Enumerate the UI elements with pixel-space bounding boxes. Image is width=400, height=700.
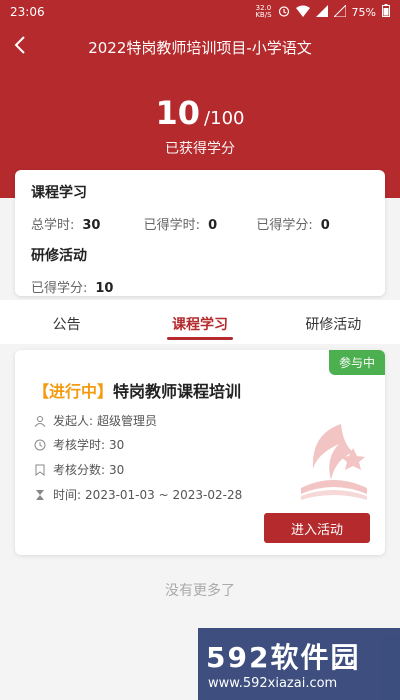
tab-course-study[interactable]: 课程学习 xyxy=(133,300,266,344)
page-title: 2022特岗教师培训项目-小学语文 xyxy=(88,38,312,57)
training-credits-stat: 已得学分: 10 xyxy=(31,281,114,296)
initiator-row: 发起人: 超级管理员 xyxy=(33,412,157,429)
hours-row: 考核学时: 30 xyxy=(33,436,124,453)
signal-icon-2 xyxy=(332,3,347,20)
score-caption: 已获得学分 xyxy=(165,141,235,157)
earned-credits-stat: 已得学分: 0 xyxy=(256,218,330,233)
training-stats: 已得学分: 10 xyxy=(31,277,369,296)
bookmark-icon xyxy=(33,463,47,477)
summary-card: 课程学习 总学时: 30 已得学时: 0 已得学分: 0 研修活动 已得学分: 10 xyxy=(15,170,385,296)
signal-icon xyxy=(315,4,328,20)
activity-name: 特岗教师课程培训 xyxy=(113,382,242,401)
activity-title: 【进行中】特岗教师课程培训 xyxy=(33,378,241,402)
training-logo xyxy=(291,414,375,504)
user-icon xyxy=(33,414,47,428)
score-earned: 10 xyxy=(155,94,201,132)
course-section-title: 课程学习 xyxy=(31,185,87,201)
battery-icon xyxy=(382,4,390,20)
watermark-brand: 592软件园 xyxy=(206,641,361,674)
watermark-url: www.592xiazai.com xyxy=(208,676,338,691)
alarm-icon xyxy=(278,5,290,20)
status-bar: 23:06 32.0 KB/S 75% xyxy=(0,0,400,24)
score-row: 考核分数: 30 xyxy=(33,461,124,478)
status-icons: 32.0 KB/S 75% xyxy=(255,3,390,20)
time-row: 时间: 2023-01-03 ~ 2023-02-28 xyxy=(33,486,242,503)
enter-activity-button[interactable]: 进入活动 xyxy=(264,513,370,543)
back-button[interactable] xyxy=(0,24,40,70)
battery-percent: 75% xyxy=(351,5,376,19)
wifi-icon xyxy=(295,5,310,20)
status-badge: 参与中 xyxy=(328,350,385,375)
hourglass-icon xyxy=(33,488,47,502)
net-speed: 32.0 KB/S xyxy=(255,4,272,19)
status-time: 23:06 xyxy=(10,5,45,19)
earned-hours-stat: 已得学时: 0 xyxy=(143,218,218,233)
total-hours-stat: 总学时: 30 xyxy=(31,218,101,233)
nav-bar: 2022特岗教师培训项目-小学语文 xyxy=(0,24,400,70)
score-total: /100 xyxy=(204,108,245,129)
clock-icon xyxy=(33,438,47,452)
tab-training-activities[interactable]: 研修活动 xyxy=(267,300,400,344)
score-line: 10 /100 xyxy=(0,94,400,132)
course-stats: 总学时: 30 已得学时: 0 已得学分: 0 xyxy=(31,214,369,233)
activity-card[interactable]: 参与中 【进行中】特岗教师课程培训 发起人: 超级管理员 考核学时: 30 考核分数… xyxy=(15,350,385,555)
tab-announcements[interactable]: 公告 xyxy=(0,300,133,344)
training-section-title: 研修活动 xyxy=(31,248,87,264)
tab-bar: 公告 课程学习 研修活动 xyxy=(0,300,400,344)
chevron-left-icon xyxy=(14,35,26,60)
watermark: 592软件园 www.592xiazai.com xyxy=(198,628,400,700)
activity-state: 【进行中】 xyxy=(33,382,114,401)
no-more-text: 没有更多了 xyxy=(165,583,235,599)
